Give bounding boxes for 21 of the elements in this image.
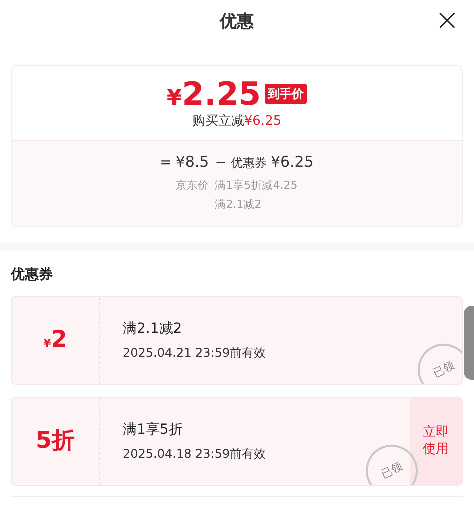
coupon-condition: 满2.1减2	[123, 320, 184, 338]
price-tag: 到手价	[265, 84, 308, 104]
breakdown-note: 满1享5折减4.25	[215, 178, 299, 194]
breakdown-amount: ¥6.25	[270, 152, 314, 172]
section-title: 优惠券	[11, 266, 54, 284]
close-button[interactable]: ×	[434, 6, 460, 36]
dialog-title: 优惠	[220, 10, 254, 34]
final-price: ¥2.25	[166, 78, 262, 110]
coupon-amount: 5折	[36, 426, 75, 456]
breakdown-note: 满2.1减2	[215, 197, 263, 213]
coupon-condition: 满1享5折	[123, 420, 184, 440]
saving-text: 购买立减¥6.25	[192, 113, 282, 131]
breakdown-label: 优惠券	[230, 154, 267, 172]
operator: =	[160, 154, 172, 172]
operator: −	[215, 154, 227, 172]
breakdown-amount: ¥8.5	[176, 152, 210, 172]
breakdown-note: 京东价	[176, 178, 210, 194]
use-now-button[interactable]: 立即使用	[410, 398, 462, 484]
coupon-expiry: 2025.04.18 23:59前有效	[123, 446, 268, 462]
coupon-expiry: 2025.04.21 23:59前有效	[123, 344, 268, 362]
coupon-amount: ¥2	[44, 326, 68, 355]
